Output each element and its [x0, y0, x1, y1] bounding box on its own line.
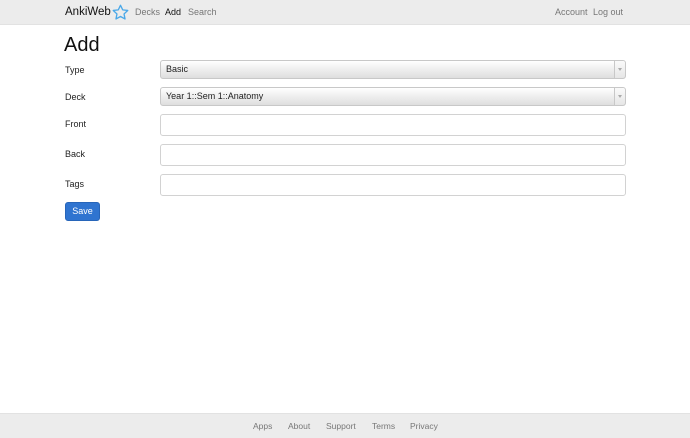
front-label: Front [65, 119, 87, 129]
footer: Apps About Support Terms Privacy [0, 413, 690, 438]
front-field[interactable] [160, 114, 626, 136]
type-select[interactable]: Basic [160, 60, 626, 79]
type-select-value: Basic [166, 64, 189, 74]
back-label: Back [65, 149, 86, 159]
footer-support-link[interactable]: Support [326, 420, 356, 432]
type-label: Type [65, 65, 85, 75]
tags-label: Tags [65, 179, 85, 189]
deck-select-value: Year 1::Sem 1::Anatomy [166, 91, 264, 101]
back-field[interactable] [160, 144, 626, 166]
deck-select[interactable]: Year 1::Sem 1::Anatomy [160, 87, 626, 106]
chevron-down-icon[interactable] [614, 88, 625, 105]
footer-apps-link[interactable]: Apps [253, 420, 272, 432]
star-icon [112, 4, 129, 20]
save-button[interactable]: Save [65, 202, 100, 221]
footer-terms-link[interactable]: Terms [372, 420, 395, 432]
nav-decks-link[interactable]: Decks [135, 6, 160, 18]
brand-logo[interactable]: AnkiWeb [65, 4, 129, 20]
chevron-down-icon[interactable] [614, 61, 625, 78]
tags-field[interactable] [160, 174, 626, 196]
footer-privacy-link[interactable]: Privacy [410, 420, 438, 432]
nav-search-link[interactable]: Search [188, 6, 217, 18]
footer-about-link[interactable]: About [288, 420, 310, 432]
nav-account-link[interactable]: Account [555, 6, 588, 18]
brand-name: AnkiWeb [65, 6, 111, 18]
deck-label: Deck [65, 92, 86, 102]
page-title: Add [64, 34, 100, 56]
nav-logout-link[interactable]: Log out [593, 6, 623, 18]
top-navbar: AnkiWeb Decks Add Search Account Log out [0, 0, 690, 25]
nav-add-link[interactable]: Add [165, 6, 181, 18]
